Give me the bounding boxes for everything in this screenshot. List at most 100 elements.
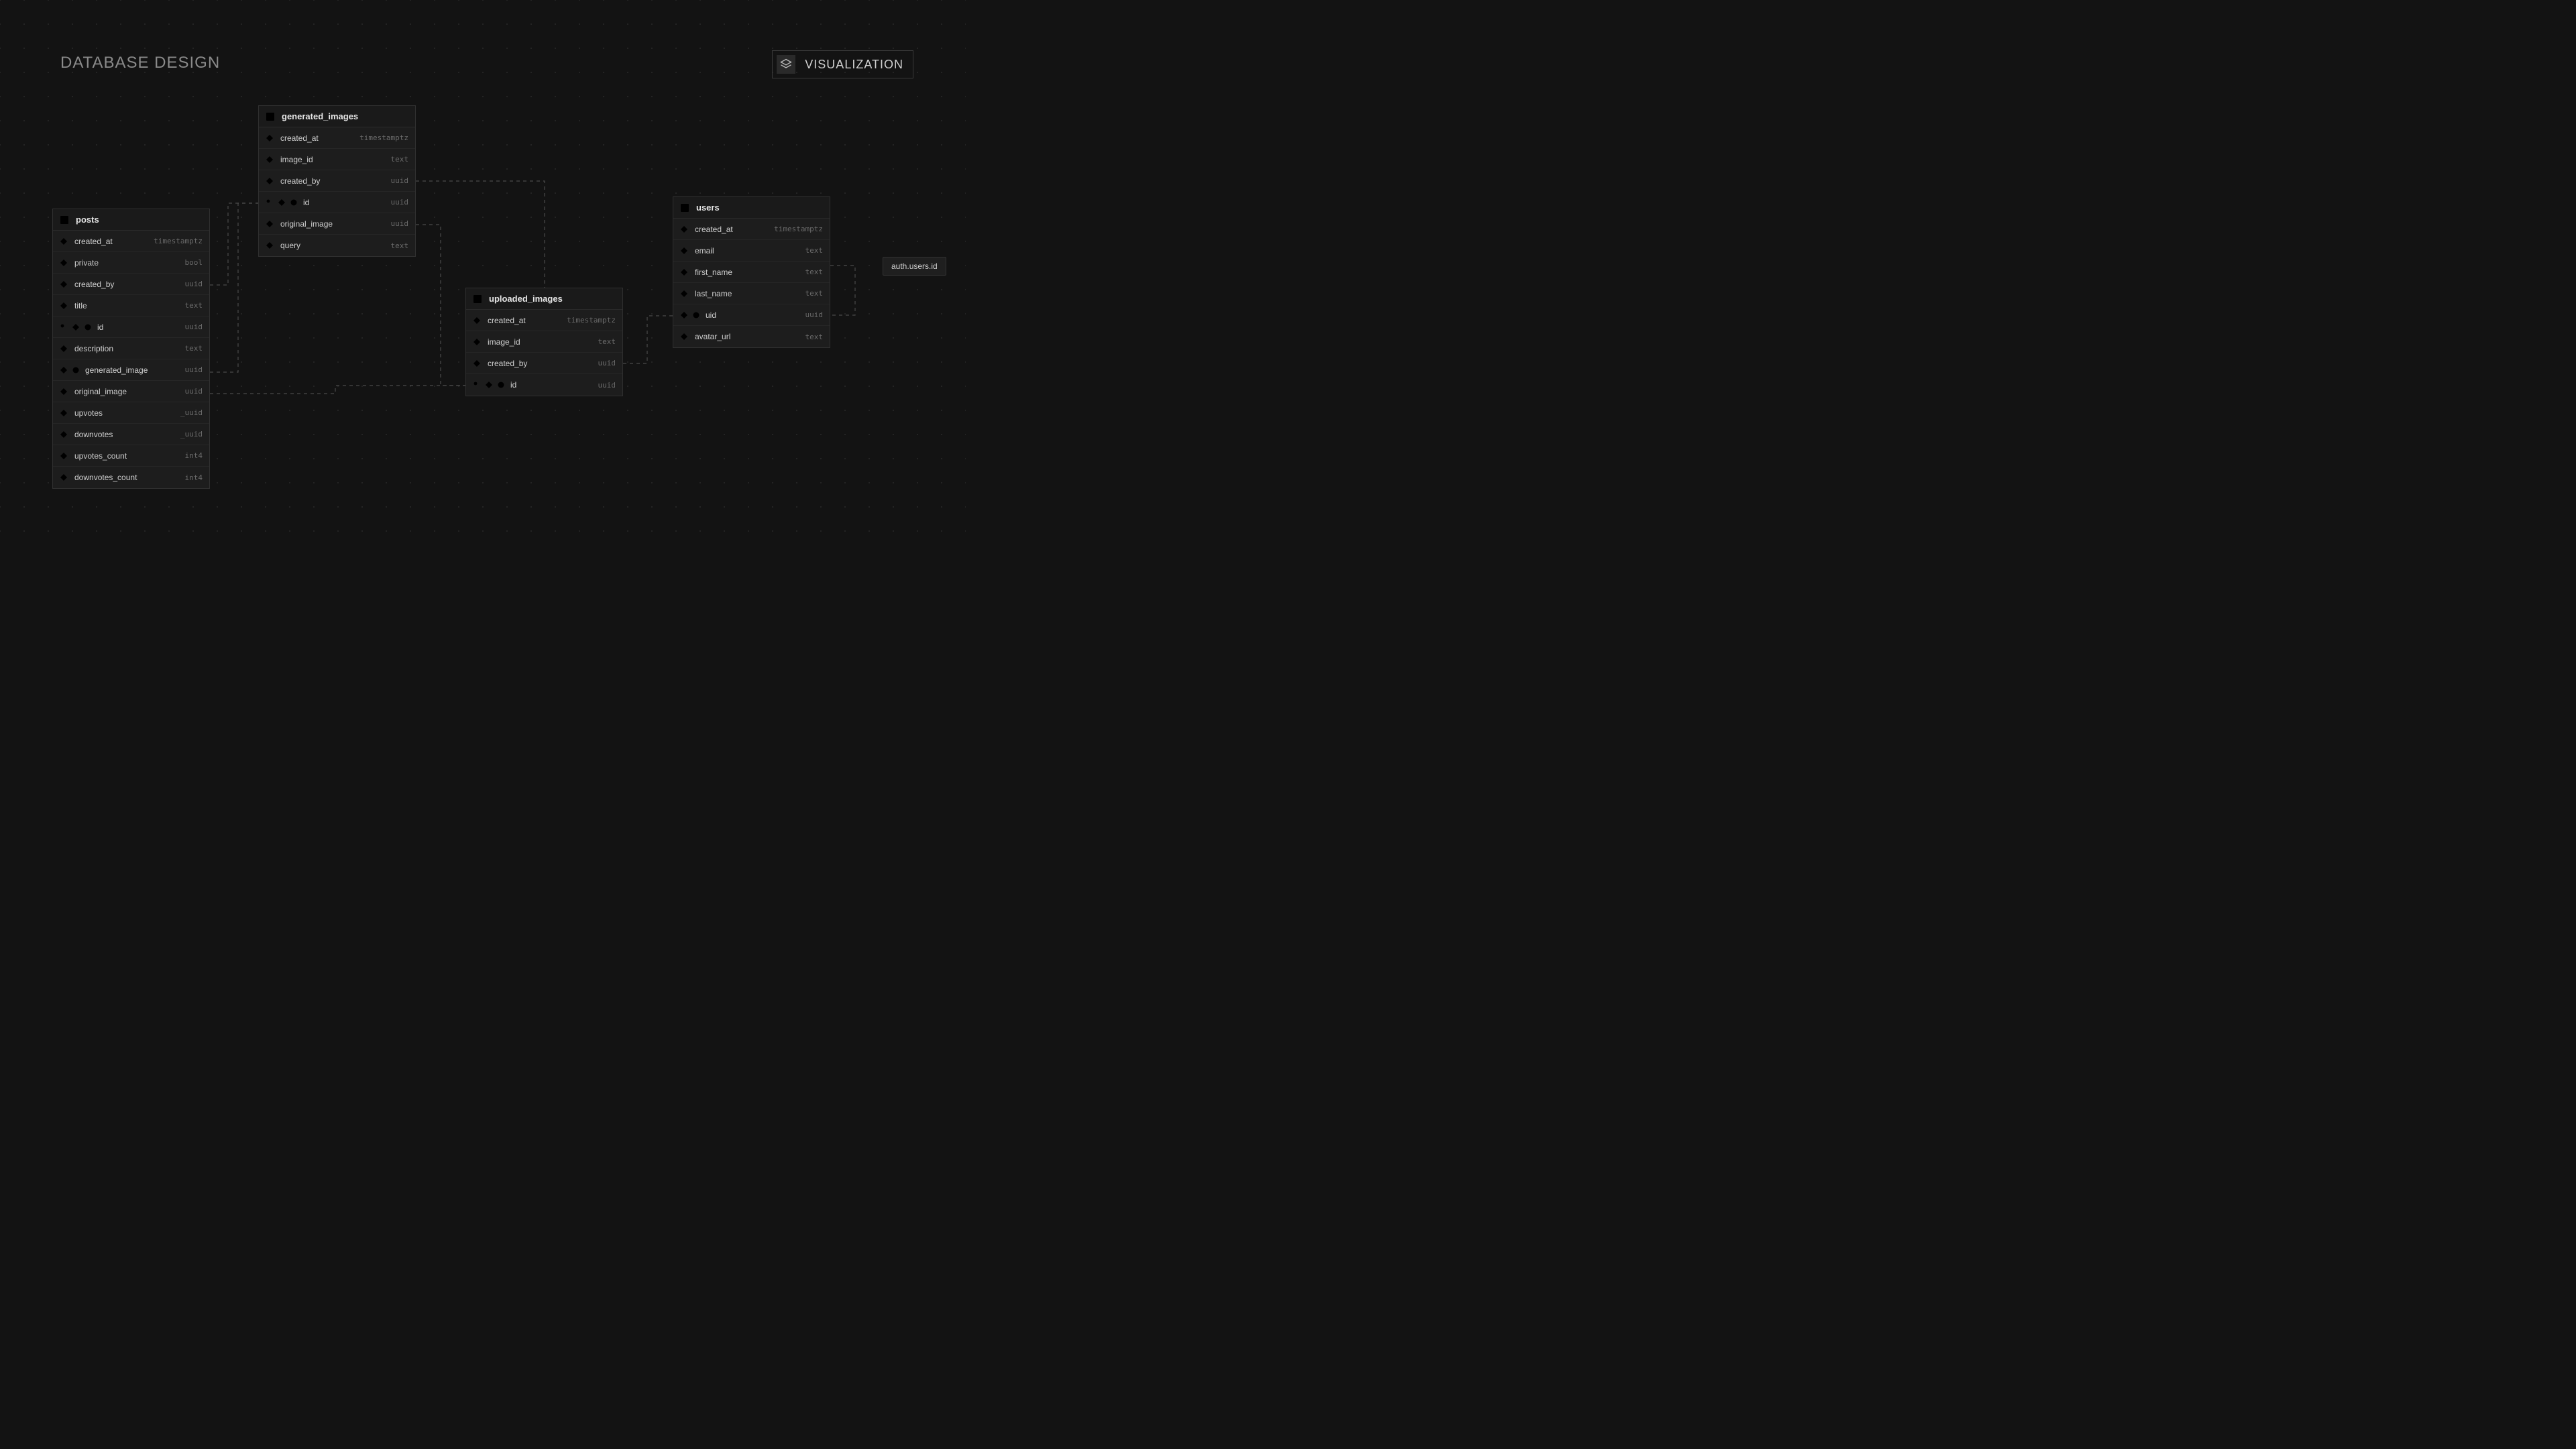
column-icons xyxy=(60,323,92,331)
table-row[interactable]: id uuid xyxy=(259,192,415,213)
table-row[interactable]: email text xyxy=(673,240,830,262)
column-type: text xyxy=(185,344,203,353)
table-icon xyxy=(266,112,275,121)
connection-line xyxy=(830,266,855,315)
diagram-canvas[interactable]: posts created_at timestamptz private boo… xyxy=(0,0,966,543)
table-users[interactable]: users created_at timestamptz email text … xyxy=(673,196,830,348)
column-icons xyxy=(473,381,505,389)
column-type: timestamptz xyxy=(359,133,408,142)
column-type: uuid xyxy=(185,387,203,396)
table-row[interactable]: image_id text xyxy=(466,331,622,353)
column-type: uuid xyxy=(391,176,409,185)
table-header[interactable]: uploaded_images xyxy=(466,288,622,310)
diamond-fill-icon xyxy=(266,156,274,164)
column-type: text xyxy=(805,268,824,276)
column-icons xyxy=(266,177,275,185)
column-name: upvotes xyxy=(74,408,175,418)
column-icons xyxy=(60,280,69,288)
table-row[interactable]: id uuid xyxy=(53,316,209,338)
table-row[interactable]: created_at timestamptz xyxy=(259,127,415,149)
column-icons xyxy=(266,198,298,207)
table-row[interactable]: query text xyxy=(259,235,415,256)
diamond-icon xyxy=(680,268,688,276)
column-type: text xyxy=(805,289,824,298)
column-name: title xyxy=(74,301,180,310)
column-name: generated_image xyxy=(85,365,180,375)
table-row[interactable]: generated_image uuid xyxy=(53,359,209,381)
table-row[interactable]: uid uuid xyxy=(673,304,830,326)
diamond-icon xyxy=(680,333,688,341)
table-row[interactable]: avatar_url text xyxy=(673,326,830,347)
table-row[interactable]: id uuid xyxy=(466,374,622,396)
column-name: image_id xyxy=(280,155,386,164)
table-row[interactable]: private bool xyxy=(53,252,209,274)
link-icon xyxy=(692,311,700,319)
diamond-fill-icon xyxy=(266,220,274,228)
table-header[interactable]: posts xyxy=(53,209,209,231)
column-name: created_at xyxy=(488,316,561,325)
column-icons xyxy=(266,220,275,228)
diamond-fill-icon xyxy=(278,198,286,207)
column-icons xyxy=(473,359,482,367)
column-type: uuid xyxy=(185,365,203,374)
column-type: uuid xyxy=(185,280,203,288)
column-type: timestamptz xyxy=(567,316,616,325)
connection-line xyxy=(210,203,258,285)
column-type: text xyxy=(391,241,409,250)
table-header[interactable]: users xyxy=(673,197,830,219)
column-name: query xyxy=(280,241,386,250)
table-row[interactable]: image_id text xyxy=(259,149,415,170)
column-icons xyxy=(60,237,69,245)
column-name: original_image xyxy=(280,219,386,229)
column-type: bool xyxy=(185,258,203,267)
table-row[interactable]: created_at timestamptz xyxy=(466,310,622,331)
diamond-icon xyxy=(266,177,274,185)
table-row[interactable]: downvotes_count int4 xyxy=(53,467,209,488)
column-name: created_at xyxy=(74,237,148,246)
table-row[interactable]: created_by uuid xyxy=(259,170,415,192)
column-name: description xyxy=(74,344,180,353)
table-row[interactable]: created_at timestamptz xyxy=(673,219,830,240)
table-row[interactable]: title text xyxy=(53,295,209,316)
diamond-fill-icon xyxy=(266,134,274,142)
reference-chip[interactable]: auth.users.id xyxy=(883,257,946,276)
column-name: id xyxy=(510,380,593,390)
table-uploaded_images[interactable]: uploaded_images created_at timestamptz i… xyxy=(465,288,623,396)
column-icons xyxy=(680,247,689,255)
diamond-fill-icon xyxy=(60,473,68,481)
table-row[interactable]: upvotes_count int4 xyxy=(53,445,209,467)
column-type: _uuid xyxy=(180,408,203,417)
diamond-fill-icon xyxy=(680,225,688,233)
table-row[interactable]: created_at timestamptz xyxy=(53,231,209,252)
diamond-icon xyxy=(473,359,481,367)
connection-line xyxy=(416,225,465,386)
column-type: uuid xyxy=(598,359,616,367)
table-row[interactable]: original_image uuid xyxy=(53,381,209,402)
column-icons xyxy=(266,156,275,164)
diamond-icon xyxy=(60,280,68,288)
column-type: text xyxy=(805,333,824,341)
table-generated_images[interactable]: generated_images created_at timestamptz … xyxy=(258,105,416,257)
table-row[interactable]: original_image uuid xyxy=(259,213,415,235)
key-icon xyxy=(266,198,274,207)
table-row[interactable]: created_by uuid xyxy=(466,353,622,374)
table-row[interactable]: downvotes _uuid xyxy=(53,424,209,445)
diamond-icon xyxy=(60,302,68,310)
table-posts[interactable]: posts created_at timestamptz private boo… xyxy=(52,209,210,489)
diamond-fill-icon xyxy=(680,311,688,319)
table-row[interactable]: first_name text xyxy=(673,262,830,283)
diamond-fill-icon xyxy=(485,381,493,389)
table-row[interactable]: upvotes _uuid xyxy=(53,402,209,424)
column-name: created_by xyxy=(280,176,386,186)
table-row[interactable]: description text xyxy=(53,338,209,359)
table-title: uploaded_images xyxy=(489,294,563,304)
column-type: _uuid xyxy=(180,430,203,439)
table-row[interactable]: created_by uuid xyxy=(53,274,209,295)
diamond-icon xyxy=(60,345,68,353)
diamond-fill-icon xyxy=(266,241,274,249)
column-icons xyxy=(60,430,69,439)
column-name: uid xyxy=(706,310,800,320)
table-header[interactable]: generated_images xyxy=(259,106,415,127)
connection-line xyxy=(416,181,545,288)
table-row[interactable]: last_name text xyxy=(673,283,830,304)
